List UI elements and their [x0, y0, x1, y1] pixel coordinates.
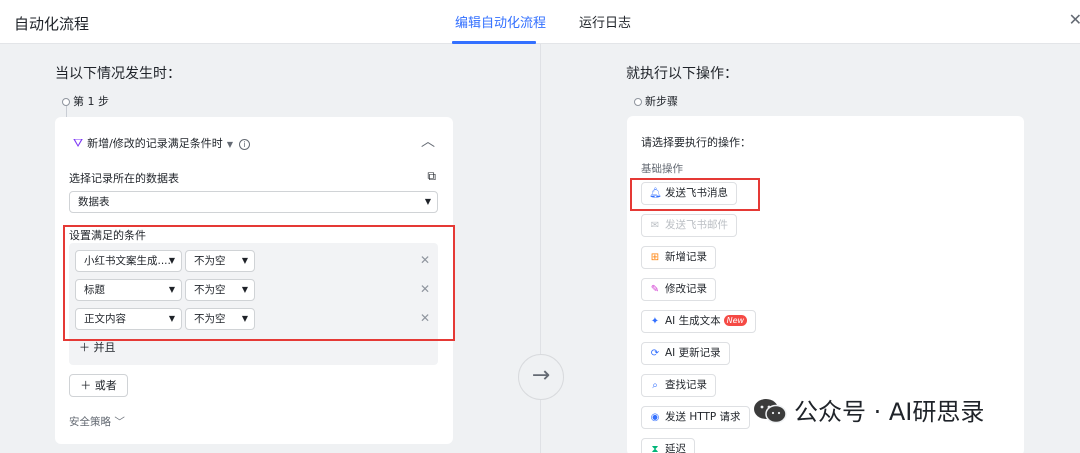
action-label: 发送 HTTP 请求: [665, 411, 741, 423]
conditions-highlight-box: [63, 225, 455, 341]
add-and-condition-button[interactable]: ＋ 并且: [79, 339, 116, 355]
or-label: 或者: [94, 379, 117, 392]
chevron-down-icon: ﹀: [114, 416, 125, 428]
action-group-label: 基础操作: [641, 163, 683, 175]
app-title: 自动化流程: [14, 15, 90, 33]
new-badge: New: [723, 315, 748, 326]
action-ai-update-record[interactable]: ⟳ AI 更新记录: [641, 342, 730, 365]
action-label: 延迟: [665, 443, 686, 453]
trigger-section-title: 当以下情况发生时：: [55, 66, 181, 82]
plus-icon: ＋: [79, 341, 90, 354]
chevron-down-icon: ▼: [424, 197, 431, 206]
table-select-value: 数据表: [78, 196, 110, 208]
new-step-marker: 新步骤: [634, 93, 678, 109]
action-label: 修改记录: [665, 283, 707, 295]
refresh-icon: ⟳: [650, 348, 660, 359]
security-label: 安全策略: [69, 416, 111, 428]
action-ai-generate-text[interactable]: ✦ AI 生成文本 New: [641, 310, 757, 333]
step-label: 第 1 步: [73, 95, 109, 108]
external-link-icon[interactable]: ⧉: [427, 169, 436, 184]
step-dot-icon: [62, 98, 70, 106]
table-label: 选择记录所在的数据表: [69, 172, 179, 185]
sparkle-icon: ✦: [650, 316, 660, 327]
active-tab-indicator: [452, 41, 536, 44]
action-section-title: 就执行以下操作：: [626, 66, 738, 82]
tab-run-log[interactable]: 运行日志: [579, 12, 631, 31]
plus-icon: ＋: [80, 379, 92, 392]
trigger-selector[interactable]: ⛛ 新增/修改的记录满足条件时 ▼ i: [73, 135, 250, 151]
action-delay[interactable]: ⧗ 延迟: [641, 438, 695, 453]
action-highlight-box: [630, 178, 760, 211]
add-record-icon: ⊞: [650, 252, 660, 263]
info-icon[interactable]: i: [238, 139, 250, 150]
action-add-record[interactable]: ⊞ 新增记录: [641, 246, 716, 269]
action-label: 发送飞书邮件: [665, 219, 728, 231]
trigger-label: 新增/修改的记录满足条件时: [87, 137, 223, 150]
action-label: AI 生成文本: [665, 315, 721, 327]
top-bar: 自动化流程 编辑自动化流程 运行日志 ✕: [0, 0, 1080, 44]
globe-icon: ◉: [650, 412, 660, 423]
chevron-down-icon: ▼: [226, 140, 233, 149]
new-step-label: 新步骤: [645, 95, 678, 108]
edit-icon: ✎: [650, 284, 660, 295]
security-policy-toggle[interactable]: 安全策略 ﹀: [69, 414, 125, 429]
close-icon[interactable]: ✕: [1069, 10, 1080, 29]
step-dot-icon: [634, 98, 642, 106]
action-label: 查找记录: [665, 379, 707, 391]
wechat-watermark: 公众号 · AI研思录: [752, 392, 984, 427]
hourglass-icon: ⧗: [651, 444, 659, 453]
filter-icon: ⛛: [73, 136, 84, 150]
action-card-title: 请选择要执行的操作：: [641, 136, 751, 149]
watermark-text: 公众号 · AI研思录: [794, 398, 985, 426]
arrow-right-icon: →: [518, 354, 564, 400]
action-find-record[interactable]: ⌕ 查找记录: [641, 374, 716, 397]
action-edit-record[interactable]: ✎ 修改记录: [641, 278, 716, 301]
wechat-logo-icon: [754, 399, 787, 424]
tab-edit-automation[interactable]: 编辑自动化流程: [455, 12, 546, 31]
add-or-group-button[interactable]: ＋ 或者: [69, 374, 128, 397]
and-label: 并且: [93, 341, 116, 354]
mail-icon: ✉: [650, 220, 660, 231]
action-send-feishu-email: ✉ 发送飞书邮件: [641, 214, 737, 237]
table-select[interactable]: 数据表 ▼: [69, 191, 438, 213]
action-send-http-request[interactable]: ◉ 发送 HTTP 请求: [641, 406, 750, 429]
action-label: 新增记录: [665, 251, 707, 263]
search-icon: ⌕: [652, 380, 658, 391]
chevron-up-icon[interactable]: ︿: [421, 131, 435, 151]
step-marker: 第 1 步: [62, 93, 109, 109]
action-label: AI 更新记录: [665, 347, 721, 359]
